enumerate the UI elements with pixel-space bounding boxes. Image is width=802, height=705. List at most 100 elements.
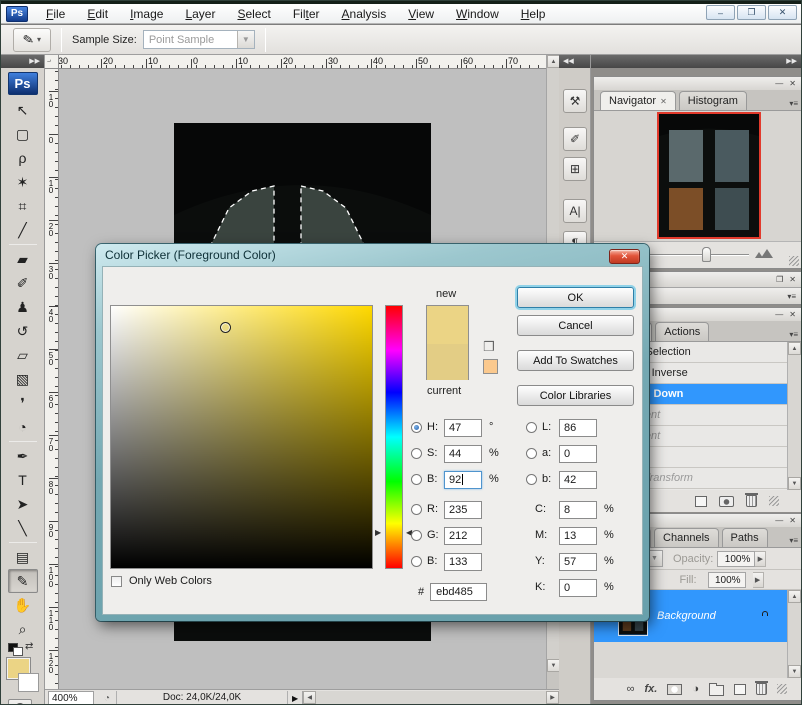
character-icon[interactable]: A|	[563, 199, 587, 223]
zoom-in-icon[interactable]	[761, 249, 773, 258]
input-green[interactable]: 212	[444, 527, 482, 545]
radio-lab-l[interactable]	[526, 422, 537, 433]
input-cyan[interactable]: 8	[559, 501, 597, 519]
default-colors-icon[interactable]	[8, 643, 18, 652]
input-saturation[interactable]: 44	[444, 445, 482, 463]
toolbar-collapse-button[interactable]: ▶▶	[1, 55, 44, 68]
menu-window[interactable]: Window	[445, 5, 510, 23]
dialog-title[interactable]: Color Picker (Foreground Color)	[96, 244, 649, 266]
brush-tool[interactable]: ✐	[8, 271, 38, 295]
input-magenta[interactable]: 13	[559, 527, 597, 545]
app-icon[interactable]: Ps	[6, 6, 28, 22]
layer-style-fx-icon[interactable]: fx.	[645, 683, 658, 695]
fill-arrow-icon[interactable]: ▶	[753, 572, 764, 588]
radio-hue[interactable]	[411, 422, 422, 433]
web-safe-color-swatch[interactable]	[483, 359, 498, 374]
fill-value[interactable]: 100%	[708, 572, 746, 588]
menu-help[interactable]: Help	[510, 5, 557, 23]
crop-tool[interactable]: ⌗	[8, 194, 38, 218]
radio-lab-b[interactable]	[526, 474, 537, 485]
tab-channels[interactable]: Channels	[654, 528, 718, 547]
scroll-down-icon[interactable]: ▼	[788, 665, 801, 678]
horizontal-scrollbar[interactable]: ◀ ▶	[302, 691, 559, 705]
restore-button[interactable]: ❐	[737, 5, 766, 20]
panel-menu-icon[interactable]: ▾≡	[787, 292, 796, 301]
new-snapshot-icon[interactable]	[719, 496, 734, 507]
delete-layer-icon[interactable]	[756, 683, 767, 695]
resize-grip[interactable]	[769, 496, 779, 506]
radio-brightness[interactable]	[411, 474, 422, 485]
close-button[interactable]: ✕	[768, 5, 797, 20]
dialog-close-button[interactable]: ✕	[609, 249, 640, 264]
delete-icon[interactable]	[746, 495, 757, 507]
zoom-level-input[interactable]: 400%	[48, 691, 94, 705]
restore-panel-icon[interactable]: ❐	[776, 276, 783, 284]
dock-collapse-button[interactable]: ▶▶	[591, 55, 802, 68]
input-red[interactable]: 235	[444, 501, 482, 519]
scroll-left-icon[interactable]: ◀	[303, 691, 316, 704]
menu-view[interactable]: View	[397, 5, 445, 23]
rectangular-marquee-tool[interactable]: ▢	[8, 122, 38, 146]
spot-healing-brush-tool[interactable]: ▰	[8, 247, 38, 271]
navigator-thumbnail[interactable]	[659, 114, 759, 237]
eraser-tool[interactable]: ▱	[8, 343, 38, 367]
menu-layer[interactable]: Layer	[174, 5, 226, 23]
new-document-from-state-icon[interactable]	[695, 496, 707, 507]
pen-tool[interactable]: ✒	[8, 444, 38, 468]
eyedropper-tool[interactable]: ✎	[8, 569, 38, 593]
blur-tool[interactable]: ❜	[8, 391, 38, 415]
close-panel-icon[interactable]: ✕	[789, 311, 796, 319]
slice-tool[interactable]: ╱	[8, 218, 38, 242]
move-tool[interactable]: ↖	[8, 98, 38, 122]
line-tool[interactable]: ╲	[8, 516, 38, 540]
color-libraries-button[interactable]: Color Libraries	[517, 385, 634, 406]
saturation-brightness-field[interactable]	[110, 305, 373, 569]
panel-menu-icon[interactable]: ▾≡	[789, 99, 798, 108]
quick-mask-button[interactable]	[8, 699, 32, 705]
input-yellow[interactable]: 57	[559, 553, 597, 571]
radio-red[interactable]	[411, 504, 422, 515]
add-to-swatches-button[interactable]: Add To Swatches	[517, 350, 634, 371]
web-gamut-warning-icon[interactable]: ❒	[483, 339, 495, 355]
opacity-arrow-icon[interactable]: ▶	[755, 551, 766, 567]
swap-colors-icon[interactable]: ⇄	[25, 641, 33, 652]
radio-green[interactable]	[411, 530, 422, 541]
input-lab-a[interactable]: 0	[559, 445, 597, 463]
link-layers-icon[interactable]: ∞	[627, 683, 635, 695]
dodge-tool[interactable]: ◔	[8, 415, 38, 439]
scroll-up-icon[interactable]: ▲	[788, 342, 801, 355]
minimize-panel-icon[interactable]: —	[775, 311, 783, 319]
ruler-origin-corner[interactable]	[45, 55, 59, 69]
type-tool[interactable]: T	[8, 468, 38, 492]
radio-blue[interactable]	[411, 556, 422, 567]
cancel-button[interactable]: Cancel	[517, 315, 634, 336]
clone-stamp-tool[interactable]: ♟	[8, 295, 38, 319]
hand-tool[interactable]: ✋	[8, 593, 38, 617]
tab-paths[interactable]: Paths	[722, 528, 768, 547]
resize-grip[interactable]	[789, 256, 799, 266]
menu-filter[interactable]: Filter	[282, 5, 331, 23]
radio-saturation[interactable]	[411, 448, 422, 459]
panel-menu-icon[interactable]: ▾≡	[789, 536, 798, 545]
ps-logo[interactable]: Ps	[8, 72, 38, 95]
input-black[interactable]: 0	[559, 579, 597, 597]
tool-presets-icon[interactable]: ⚒	[563, 89, 587, 113]
brushes-icon[interactable]: ✐	[563, 127, 587, 151]
input-lab-l[interactable]: 86	[559, 419, 597, 437]
dock-collapse-left-button[interactable]: ◀◀	[559, 55, 590, 68]
zoom-tool[interactable]: ⌕	[8, 617, 38, 641]
opacity-value[interactable]: 100%	[717, 551, 755, 567]
notes-tool[interactable]: ▤	[8, 545, 38, 569]
lasso-tool[interactable]: ρ	[8, 146, 38, 170]
minimize-panel-icon[interactable]: —	[775, 517, 783, 525]
menu-analysis[interactable]: Analysis	[331, 5, 398, 23]
input-lab-b[interactable]: 42	[559, 471, 597, 489]
minimize-button[interactable]: –	[706, 5, 735, 20]
close-panel-icon[interactable]: ✕	[789, 276, 796, 284]
resize-grip[interactable]	[777, 684, 787, 694]
close-panel-icon[interactable]: ✕	[789, 517, 796, 525]
tab-actions[interactable]: Actions	[655, 322, 709, 341]
close-tab-icon[interactable]: ✕	[660, 97, 667, 106]
scroll-down-icon[interactable]: ▼	[788, 477, 801, 490]
clone-source-icon[interactable]: ⊞	[563, 157, 587, 181]
